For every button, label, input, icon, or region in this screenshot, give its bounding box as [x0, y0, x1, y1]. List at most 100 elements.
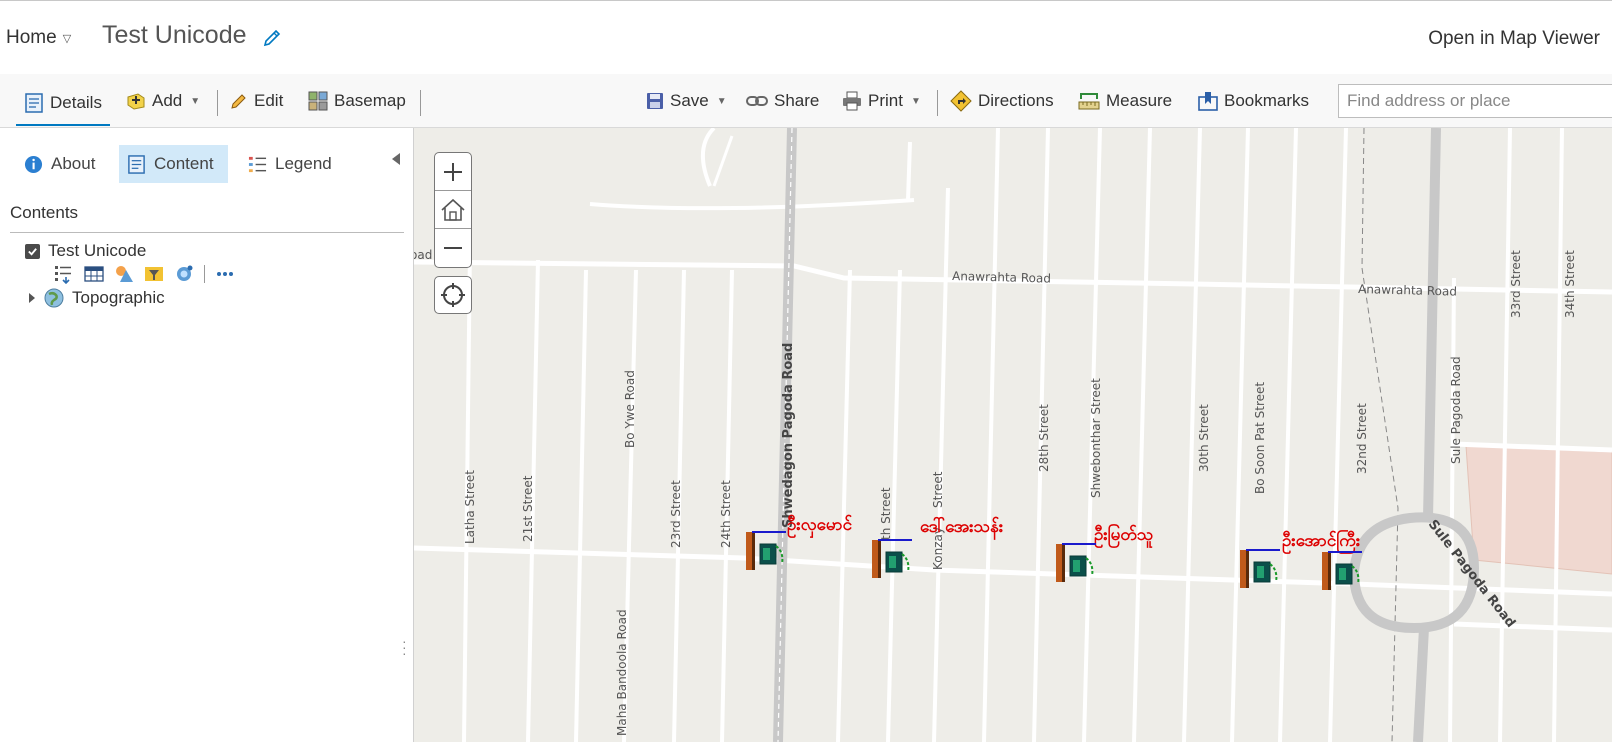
street-label: 33rd Street [1509, 250, 1523, 318]
layer-name[interactable]: Test Unicode [48, 241, 146, 261]
basemap-canvas: oad Anawrahta Road Anawrahta Road Latha … [414, 128, 1612, 742]
basemap-globe-icon [44, 288, 64, 308]
details-button[interactable]: Details [16, 88, 110, 126]
map-view[interactable]: oad Anawrahta Road Anawrahta Road Latha … [414, 128, 1612, 742]
share-label: Share [774, 91, 820, 110]
pencil-icon [231, 94, 246, 109]
pencil-icon[interactable] [262, 28, 282, 48]
map-point-marker[interactable] [744, 528, 788, 572]
legend-icon [248, 156, 267, 172]
street-label: 24th Street [719, 480, 733, 548]
show-legend-icon[interactable] [54, 264, 74, 284]
tab-about[interactable]: About [16, 145, 103, 183]
basemap-label: Basemap [334, 91, 406, 110]
sidebar-panel: About Content Legend Contents Test Unico… [0, 128, 414, 742]
edit-label: Edit [254, 91, 284, 110]
edit-button[interactable]: Edit [230, 88, 283, 114]
zoom-controls [434, 152, 472, 268]
add-button[interactable]: Add ▼ [126, 88, 200, 114]
toolbar-divider [420, 90, 421, 116]
street-label: Anawrahta Road [952, 269, 1051, 286]
layer-tools [54, 264, 235, 284]
bookmark-icon [1198, 92, 1218, 111]
street-label: 28th Street [1037, 404, 1051, 472]
find-address-input[interactable] [1338, 84, 1612, 118]
layer-row-test-unicode: Test Unicode [25, 241, 146, 261]
share-button[interactable]: Share [746, 88, 819, 114]
street-label: Maha Bandoola Road [615, 609, 629, 736]
open-in-map-viewer-link[interactable]: Open in Map Viewer [1428, 28, 1600, 50]
bookmarks-label: Bookmarks [1224, 91, 1310, 110]
toolbar: Details Add ▼ Edit Basemap Save ▼ Share … [0, 74, 1612, 128]
basemap-button[interactable]: Basemap [308, 88, 406, 114]
street-label: 32nd Street [1355, 403, 1369, 474]
street-label: th Street [879, 487, 893, 540]
attribute-table-icon[interactable] [84, 264, 104, 284]
add-layer-icon [127, 93, 145, 110]
details-icon [25, 93, 43, 113]
print-button[interactable]: Print ▼ [842, 88, 921, 114]
toolbar-divider [217, 90, 218, 116]
street-label: Latha Street [463, 470, 477, 544]
tab-about-label: About [51, 154, 96, 173]
more-options-icon[interactable] [215, 264, 235, 284]
filter-icon[interactable] [144, 264, 164, 284]
point-label: ဦးမြတ်သူ [1094, 522, 1153, 549]
panel-resize-handle[interactable]: · · · [402, 634, 407, 660]
locate-crosshair-icon [441, 283, 465, 307]
chevron-down-icon: ▽ [62, 32, 72, 45]
info-icon [24, 155, 43, 173]
directions-sign-icon [950, 90, 972, 112]
directions-button[interactable]: Directions [950, 88, 1054, 114]
collapse-panel-icon[interactable] [391, 152, 401, 166]
tab-content[interactable]: Content [119, 145, 228, 183]
change-style-icon[interactable] [114, 264, 134, 284]
map-point-marker[interactable] [870, 536, 914, 580]
print-label: Print [868, 91, 903, 110]
link-icon [746, 96, 768, 106]
save-button[interactable]: Save ▼ [646, 88, 727, 114]
content-icon [128, 154, 145, 174]
street-label: 34th Street [1563, 250, 1577, 318]
street-label: 23rd Street [669, 480, 683, 548]
home-menu[interactable]: Home ▽ [6, 27, 71, 49]
street-label: Bo Soon Pat Street [1253, 382, 1267, 494]
bookmarks-button[interactable]: Bookmarks [1198, 88, 1309, 114]
map-point-marker[interactable] [1320, 548, 1364, 592]
locate-button[interactable] [434, 276, 472, 314]
details-label: Details [50, 93, 102, 112]
map-point-marker[interactable] [1054, 540, 1098, 584]
zoom-in-button[interactable] [435, 153, 471, 191]
caret-down-icon: ▼ [716, 95, 727, 107]
layer-visibility-checkbox[interactable] [25, 243, 40, 259]
zoom-out-button[interactable] [435, 229, 471, 267]
layer-row-topographic: Topographic [28, 288, 165, 308]
printer-icon [843, 91, 861, 111]
map-point-marker[interactable] [1238, 546, 1282, 590]
home-icon [441, 198, 465, 221]
minor-road [906, 141, 912, 201]
page-title: Test Unicode [102, 21, 247, 49]
roundabout [1348, 512, 1480, 634]
measure-icon [1078, 93, 1100, 110]
toolbar-divider [937, 90, 938, 116]
building-block [1465, 445, 1612, 575]
contents-heading: Contents [10, 203, 79, 222]
layer-name[interactable]: Topographic [72, 288, 165, 308]
tab-legend-label: Legend [275, 154, 332, 173]
expand-arrow-icon[interactable] [28, 292, 36, 304]
street-label: Shwedagon Pagoda Road [781, 343, 796, 528]
caret-down-icon: ▼ [910, 95, 921, 107]
tab-legend[interactable]: Legend [240, 145, 340, 183]
tools-divider [204, 265, 205, 283]
perform-analysis-icon[interactable] [174, 264, 194, 284]
floppy-disk-icon [647, 93, 663, 109]
major-road [1413, 627, 1429, 742]
minor-road [589, 198, 915, 211]
contents-divider [10, 232, 404, 233]
default-extent-button[interactable] [435, 191, 471, 229]
measure-button[interactable]: Measure [1078, 88, 1172, 114]
save-label: Save [670, 91, 709, 110]
street-label: Shwebonthar Street [1089, 378, 1103, 498]
checkmark-icon [28, 247, 37, 256]
